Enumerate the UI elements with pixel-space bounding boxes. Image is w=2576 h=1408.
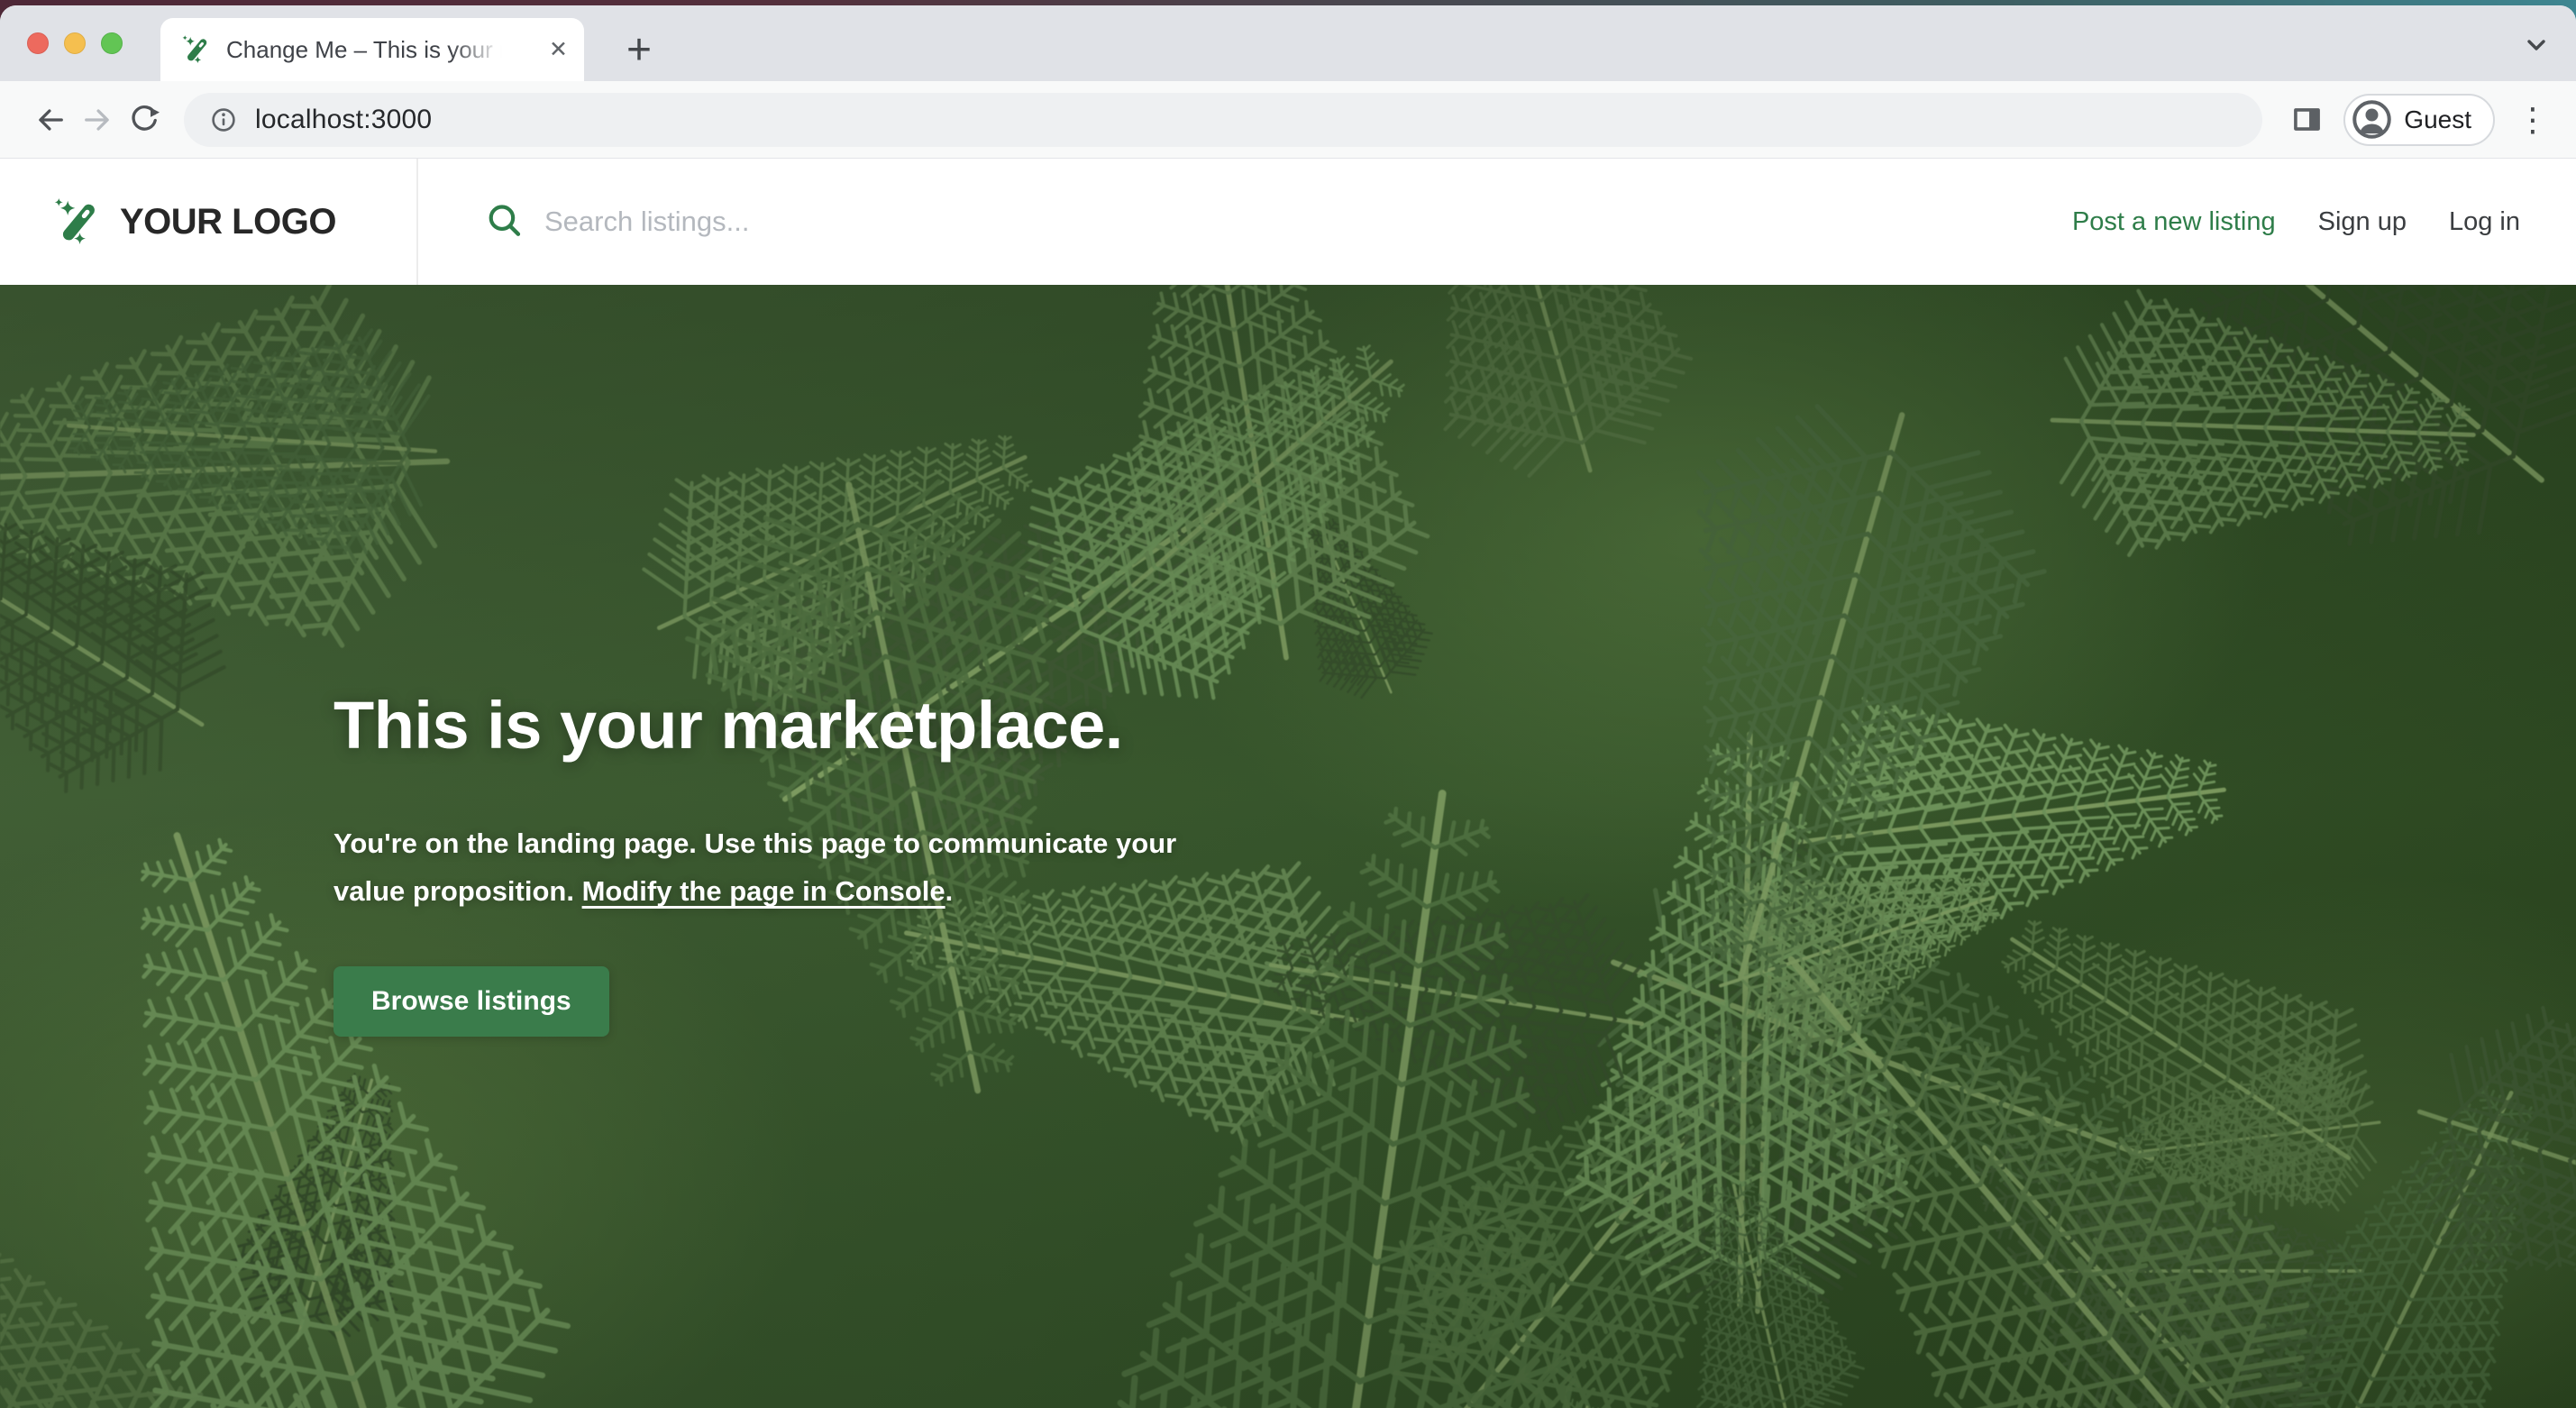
guest-label: Guest — [2404, 105, 2471, 134]
hero-body-line2: value proposition. — [333, 875, 582, 907]
site-info-icon[interactable] — [209, 105, 238, 134]
hero-content: This is your marketplace. You're on the … — [333, 687, 1370, 1037]
traffic-lights — [27, 32, 123, 54]
tab-title: Change Me – This is your mark — [226, 36, 507, 64]
forward-button[interactable] — [74, 96, 121, 143]
back-arrow-icon — [32, 102, 69, 138]
browser-window: Change Me – This is your mark ✕ + — [0, 5, 2576, 1408]
toolbar-right-cluster: Guest ⋮ — [2282, 94, 2553, 146]
wand-favicon-icon — [182, 34, 213, 65]
side-panel-button[interactable] — [2282, 96, 2331, 144]
wand-logo-icon — [54, 197, 105, 247]
logo-link[interactable]: YOUR LOGO — [0, 159, 418, 285]
close-window-button[interactable] — [27, 32, 49, 54]
browse-listings-button[interactable]: Browse listings — [333, 966, 609, 1037]
hero-body: You're on the landing page. Use this pag… — [333, 819, 1370, 916]
post-new-listing-link[interactable]: Post a new listing — [2072, 207, 2276, 237]
maximize-window-button[interactable] — [101, 32, 123, 54]
logo-text: YOUR LOGO — [120, 202, 336, 242]
log-in-link[interactable]: Log in — [2449, 207, 2520, 237]
address-bar[interactable]: localhost:3000 — [184, 93, 2262, 147]
side-panel-icon — [2290, 103, 2324, 136]
hero-title: This is your marketplace. — [333, 687, 1370, 763]
search-area — [418, 159, 2072, 285]
modify-page-link[interactable]: Modify the page in Console — [582, 875, 945, 907]
sign-up-link[interactable]: Sign up — [2318, 207, 2407, 237]
tab-strip: Change Me – This is your mark ✕ + — [0, 5, 2576, 81]
tab-search-chevron-icon[interactable] — [2520, 29, 2553, 61]
browser-tab[interactable]: Change Me – This is your mark ✕ — [160, 18, 584, 81]
search-input[interactable] — [543, 205, 1174, 239]
reload-button[interactable] — [121, 96, 168, 143]
profile-button[interactable]: Guest — [2343, 94, 2495, 146]
guest-avatar-icon — [2352, 99, 2392, 140]
hero-section: This is your marketplace. You're on the … — [0, 285, 2576, 1408]
topbar-nav: Post a new listing Sign up Log in — [2072, 159, 2576, 285]
hero-body-suffix: . — [945, 875, 954, 907]
browser-menu-button[interactable]: ⋮ — [2513, 96, 2553, 144]
search-icon — [485, 202, 525, 242]
site-topbar: YOUR LOGO Post a new listing Sign up Log… — [0, 159, 2576, 285]
back-button[interactable] — [27, 96, 74, 143]
forward-arrow-icon — [79, 102, 115, 138]
new-tab-button[interactable]: + — [611, 22, 667, 78]
reload-icon — [126, 102, 162, 138]
minimize-window-button[interactable] — [64, 32, 86, 54]
browser-toolbar: localhost:3000 Guest — [0, 81, 2576, 159]
hero-body-line1: You're on the landing page. Use this pag… — [333, 827, 1176, 859]
tab-close-icon[interactable]: ✕ — [549, 39, 568, 61]
url-text: localhost:3000 — [255, 105, 432, 135]
